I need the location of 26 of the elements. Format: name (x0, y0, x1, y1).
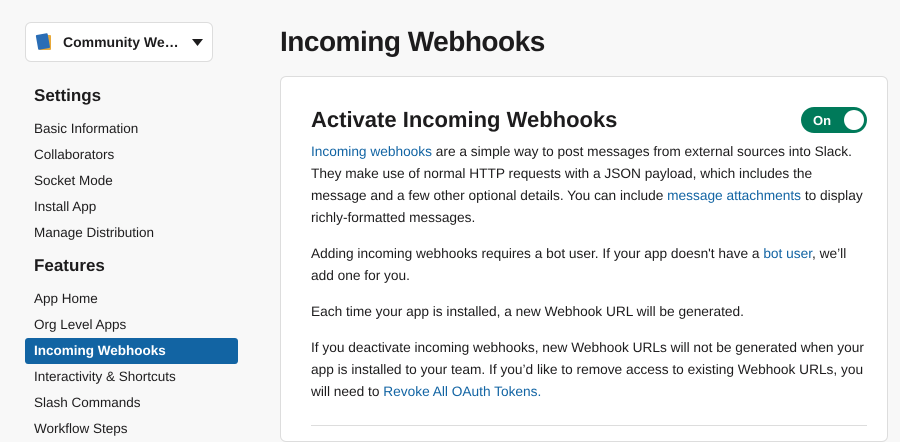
paragraph: Each time your app is installed, a new Webhook URL will be generated. (311, 303, 745, 321)
paragraph: Adding incoming webhooks requires a bot user. If your app doesn't have a bot user, we’ll add one for you. (311, 245, 848, 285)
sidebar-item[interactable]: Slash Commands (25, 390, 238, 416)
sidebar-item[interactable]: Manage Distribution (25, 220, 238, 246)
sidebar-item[interactable]: Basic Information (25, 116, 238, 142)
sidebar-item[interactable]: Socket Mode (25, 168, 238, 194)
sidebar-heading: Settings (33, 85, 102, 107)
sidebar-item[interactable]: Incoming Webhooks (25, 338, 238, 364)
paragraph: If you deactivate incoming webhooks, new Webhook URLs will not be generated when your app is installed to your team. If you’d like to remove access to existing Webhook URLs, you will need to Revoke All OAuth Tokens. (311, 339, 865, 401)
caret-icon (192, 38, 203, 46)
sidebar-item[interactable]: App Home (25, 286, 238, 312)
app-switcher[interactable]: Community We… (25, 22, 213, 62)
sidebar-heading: Features (33, 255, 106, 277)
link[interactable]: Revoke All OAuth Tokens. (383, 384, 542, 399)
link[interactable]: message attachments (667, 188, 802, 203)
page-title: Incoming Webhooks (280, 26, 546, 58)
sidebar-item[interactable]: Collaborators (25, 142, 238, 168)
sidebar-item[interactable]: Workflow Steps (25, 416, 238, 442)
link[interactable]: Incoming webhooks (311, 144, 432, 159)
paragraph: Incoming webhooks are a simple way to post messages from external sources into Slack. They make use of normal HTTP requests with a JSON payload, which includes the message and a few other optional details. You can include message attachments to display richly-formatted messages. (311, 143, 864, 227)
sidebar-item[interactable]: Interactivity & Shortcuts (25, 364, 238, 390)
link[interactable]: bot user (763, 246, 812, 261)
sidebar-item[interactable]: Org Level Apps (25, 312, 238, 338)
sidebar-item[interactable]: Install App (25, 194, 238, 220)
toggle-switch[interactable]: On (801, 107, 867, 133)
section-title: Activate Incoming Webhooks (311, 107, 618, 133)
